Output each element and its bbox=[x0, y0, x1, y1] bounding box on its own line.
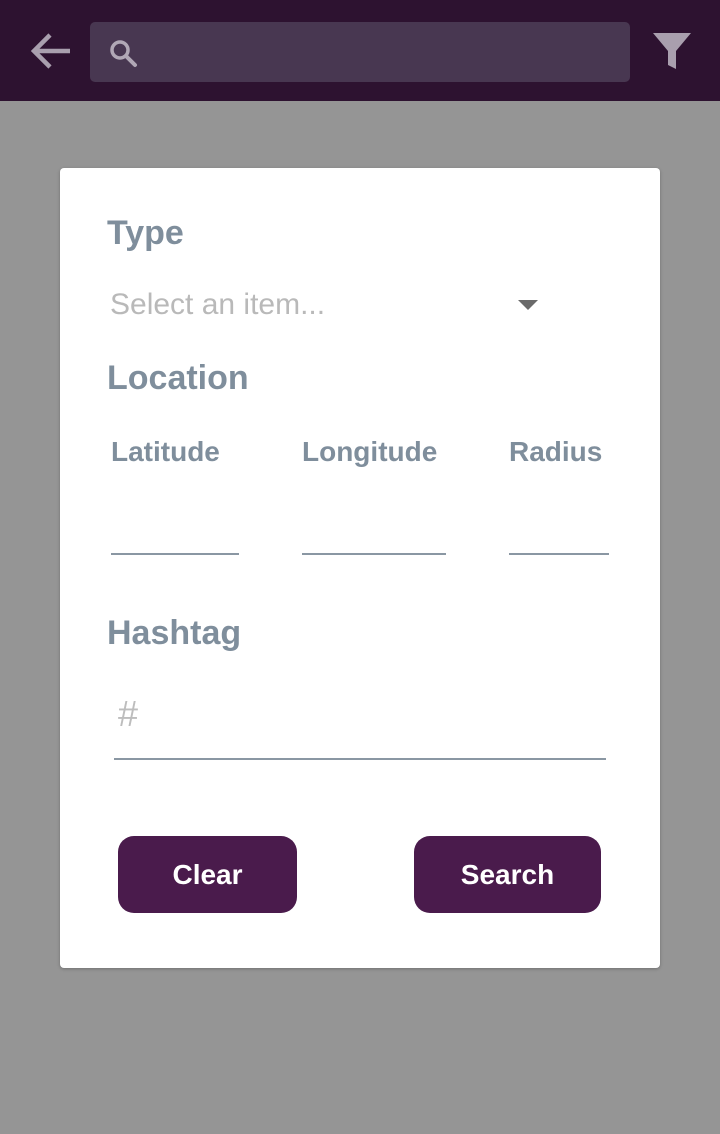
search-input[interactable] bbox=[150, 22, 624, 84]
hashtag-field[interactable]: # bbox=[114, 673, 606, 760]
type-label: Type bbox=[107, 214, 184, 252]
filter-icon bbox=[653, 33, 691, 69]
clear-button[interactable]: Clear bbox=[118, 836, 297, 913]
latitude-label: Latitude bbox=[111, 436, 220, 467]
radius-label: Radius bbox=[509, 436, 603, 467]
type-placeholder: Select an item... bbox=[110, 288, 326, 321]
top-app-bar bbox=[0, 0, 720, 101]
back-button[interactable] bbox=[26, 29, 74, 73]
search-filter-dialog: Type Select an item... Location Latitude… bbox=[60, 168, 660, 968]
arrow-left-icon bbox=[30, 33, 70, 69]
hashtag-label: Hashtag bbox=[107, 614, 242, 652]
search-icon bbox=[110, 40, 137, 67]
longitude-input[interactable] bbox=[302, 498, 446, 555]
filter-button[interactable] bbox=[650, 29, 694, 73]
chevron-down-icon[interactable] bbox=[518, 300, 538, 310]
location-label: Location bbox=[107, 359, 249, 397]
hashtag-input[interactable] bbox=[164, 685, 598, 747]
radius-input[interactable] bbox=[509, 498, 609, 555]
search-bar[interactable] bbox=[90, 22, 630, 84]
hashtag-icon: # bbox=[118, 693, 139, 734]
longitude-label: Longitude bbox=[302, 436, 438, 467]
search-button[interactable]: Search bbox=[414, 836, 601, 913]
latitude-input[interactable] bbox=[111, 498, 239, 555]
